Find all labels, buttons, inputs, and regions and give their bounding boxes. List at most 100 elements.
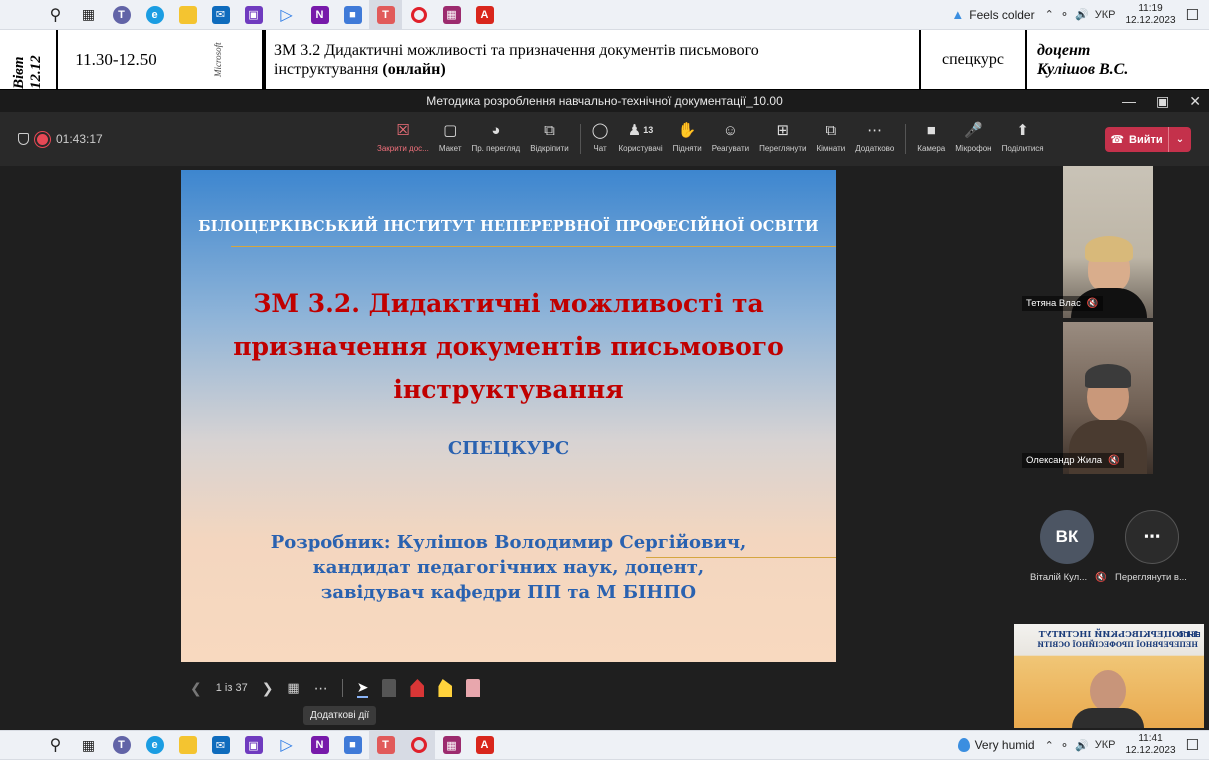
- schedule-teacher-name: Кулішов В.С.: [1037, 60, 1129, 78]
- explorer-taskbar-button[interactable]: [171, 0, 204, 30]
- edge-taskbar-button[interactable]: e: [138, 0, 171, 30]
- language-indicator[interactable]: УКР: [1095, 9, 1116, 21]
- start-button[interactable]: [6, 730, 39, 760]
- pointer-icon[interactable]: ➤: [356, 679, 369, 698]
- clock[interactable]: 11:19 12.12.2023: [1125, 3, 1175, 27]
- participant-tile[interactable]: [1063, 322, 1153, 474]
- mail-taskbar-button[interactable]: ✉: [204, 730, 237, 760]
- image-viewer-icon: ■: [343, 736, 362, 754]
- pdf-taskbar-button[interactable]: A: [468, 0, 501, 30]
- network-icon: ⚬: [1059, 9, 1070, 21]
- task-view-button[interactable]: ▦: [72, 730, 105, 760]
- weather-widget[interactable]: ▲ Feels colder: [951, 7, 1034, 22]
- pink-pen-icon[interactable]: [466, 679, 481, 697]
- windows-icon: [15, 738, 30, 753]
- next-slide-icon[interactable]: ❯: [262, 680, 274, 697]
- slide-title-line3: інструктування: [393, 375, 624, 404]
- raise-hand-button[interactable]: ✋ Підняти: [668, 116, 707, 162]
- leave-label: Вийти: [1129, 133, 1163, 146]
- volume-icon: 🔊: [1075, 739, 1089, 752]
- popout-button[interactable]: ⧉ Відкріпити: [525, 116, 573, 162]
- pdf-icon: A: [475, 5, 494, 24]
- weather-widget[interactable]: Very humid: [957, 738, 1035, 752]
- mail-taskbar-button[interactable]: ✉: [204, 0, 237, 30]
- task-view-button[interactable]: ▦: [72, 0, 105, 30]
- viewer-taskbar-button[interactable]: ■: [336, 0, 369, 30]
- preview-button[interactable]: ◕ Пр. перегляд: [466, 116, 525, 162]
- weather-text: Feels colder: [969, 7, 1035, 22]
- teams-meeting-taskbar-button[interactable]: T: [369, 0, 402, 30]
- more-actions-icon[interactable]: ⋯: [314, 680, 328, 697]
- chevron-down-icon[interactable]: ⌄: [1169, 134, 1191, 145]
- media-taskbar-button[interactable]: ▷: [270, 730, 303, 760]
- system-tray[interactable]: ⌃ ⚬ 🔊 УКР: [1045, 739, 1116, 752]
- view-button[interactable]: ⊞ Переглянути: [754, 116, 811, 162]
- viewer-taskbar-button[interactable]: ■: [336, 730, 369, 760]
- opera-taskbar-button[interactable]: [402, 730, 435, 760]
- highlighter-icon[interactable]: [438, 679, 453, 697]
- onenote-taskbar-button[interactable]: N: [303, 730, 336, 760]
- participant-name: Олександр Жила 🔇: [1022, 453, 1124, 468]
- opera-taskbar-button[interactable]: [402, 0, 435, 30]
- clock-date: 12.12.2023: [1125, 14, 1176, 26]
- share-button[interactable]: ⬆ Поділитися: [997, 116, 1049, 162]
- meeting-stage: БІЛОЦЕРКІВСЬКИЙ ІНСТИТУТ НЕПЕРЕРВНОЇ ПРО…: [0, 166, 1209, 730]
- participant-hair: [1085, 236, 1133, 262]
- save-taskbar-button[interactable]: ▣: [237, 0, 270, 30]
- schedule-teacher: доцент Кулішов В.С.: [1025, 30, 1209, 89]
- leave-button[interactable]: ☎ Вийти ⌄: [1105, 127, 1191, 152]
- archiver-taskbar-button[interactable]: ▦: [435, 730, 468, 760]
- react-button[interactable]: ☺ Реагувати: [707, 116, 754, 162]
- prev-slide-icon[interactable]: ❮: [190, 680, 202, 697]
- search-icon: ⚲: [49, 6, 62, 24]
- close-icon[interactable]: ✕: [1189, 93, 1201, 110]
- pdf-taskbar-button[interactable]: A: [468, 730, 501, 760]
- schedule-day: Вівт 12.12: [11, 55, 44, 89]
- chat-button[interactable]: ◯ Чат: [587, 116, 614, 162]
- search-button[interactable]: ⚲: [39, 0, 72, 30]
- presenter-preview[interactable]: БІЛОЦЕРКІВСЬКИЙ ІНСТИТУТ НЕПЕРЕРВНОЇ ПРО…: [1014, 624, 1204, 728]
- more-button[interactable]: ⋯ Додатково: [850, 116, 899, 162]
- rooms-button[interactable]: ⧉ Кімнати: [811, 116, 850, 162]
- onenote-taskbar-button[interactable]: N: [303, 0, 336, 30]
- slide-author-line3: завідувач кафедри ПП та М БІНПО: [320, 582, 697, 603]
- save-taskbar-button[interactable]: ▣: [237, 730, 270, 760]
- archiver-taskbar-button[interactable]: ▦: [435, 0, 468, 30]
- water-drop-icon: [957, 738, 970, 752]
- more-icon: ⋯: [867, 122, 883, 139]
- system-tray[interactable]: ⌃ ⚬ 🔊 УКР: [1045, 8, 1116, 22]
- start-button[interactable]: [6, 0, 39, 30]
- stop-sharing-button[interactable]: ☒ Закрити дос...: [372, 116, 434, 162]
- teams-meeting-taskbar-button[interactable]: T: [369, 730, 402, 760]
- maximize-icon[interactable]: ▣: [1156, 93, 1169, 110]
- layout-button[interactable]: ▢ Макет: [434, 116, 467, 162]
- edge-taskbar-button[interactable]: e: [138, 730, 171, 760]
- clock[interactable]: 11:41 12.12.2023: [1125, 733, 1175, 757]
- camera-button[interactable]: ■ Камера: [912, 116, 950, 162]
- teams-icon: T: [112, 5, 131, 24]
- notification-icon[interactable]: ☐: [1186, 6, 1199, 24]
- teams-taskbar-button[interactable]: T: [105, 730, 138, 760]
- window-title: Методика розроблення навчально-технічної…: [426, 94, 783, 108]
- minimize-icon[interactable]: —: [1122, 93, 1136, 109]
- language-indicator[interactable]: УКР: [1095, 739, 1116, 751]
- pdf-icon: A: [475, 736, 494, 754]
- teams-taskbar-button[interactable]: T: [105, 0, 138, 30]
- layout-icon: ▢: [443, 122, 458, 139]
- eraser-icon[interactable]: [382, 679, 397, 697]
- avatar[interactable]: ВК: [1040, 510, 1094, 564]
- schedule-platform: Microsoft: [174, 30, 264, 89]
- people-button[interactable]: ♟ 13 Користувачі: [613, 116, 667, 162]
- media-taskbar-button[interactable]: ▷: [270, 0, 303, 30]
- notification-icon[interactable]: ☐: [1186, 736, 1199, 754]
- floppy-icon: ▣: [244, 5, 263, 24]
- slide-author-line1: Розробник: Кулішов Володимир Сергійович,: [270, 532, 747, 553]
- view-more-button[interactable]: ⋯: [1125, 510, 1179, 564]
- search-button[interactable]: ⚲: [39, 730, 72, 760]
- red-pen-icon[interactable]: [410, 679, 425, 697]
- schedule-topic: ЗМ 3.2 Дидактичні можливості та призначе…: [264, 30, 919, 89]
- mic-button[interactable]: 🎤 Мікрофон: [950, 116, 996, 162]
- explorer-taskbar-button[interactable]: [171, 730, 204, 760]
- slide-title: ЗМ 3.2. Дидактичні можливості та признач…: [201, 282, 816, 411]
- grid-icon[interactable]: ▦: [287, 680, 299, 696]
